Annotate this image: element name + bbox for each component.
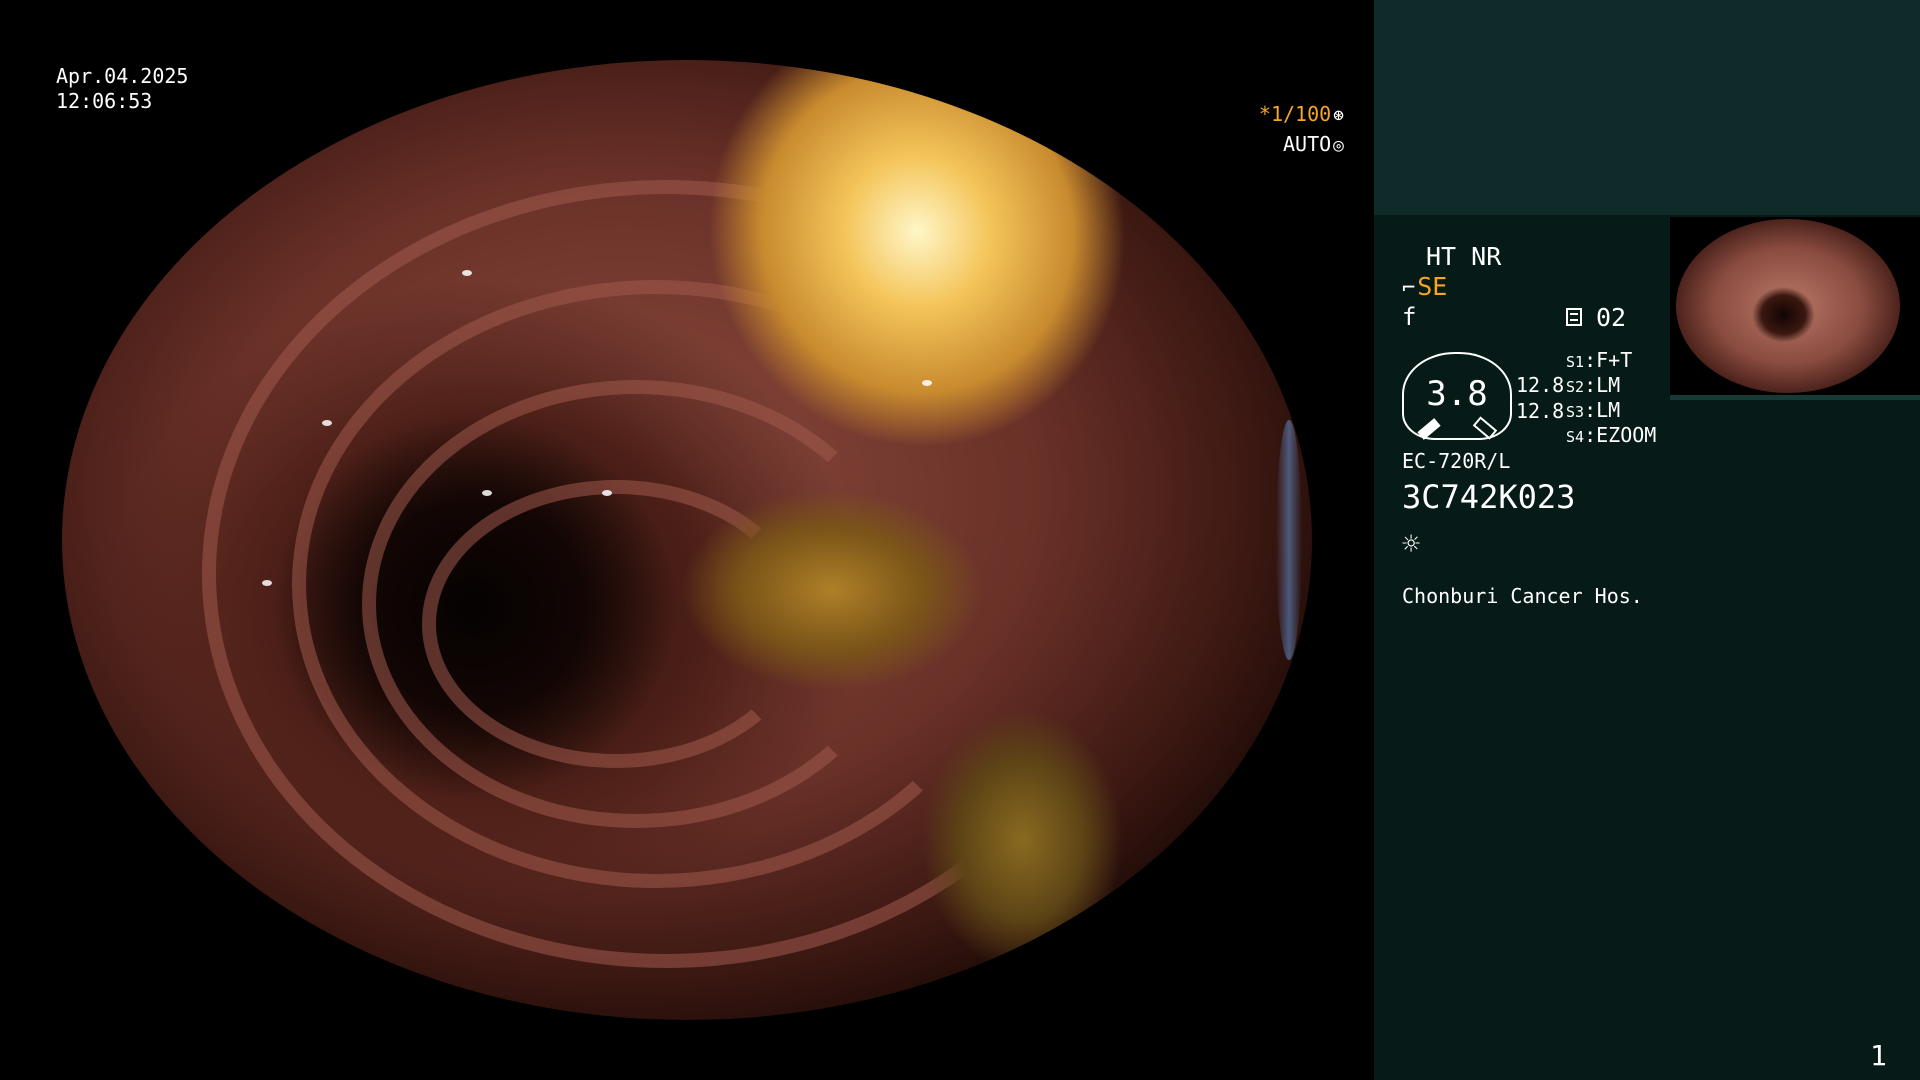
- f-label: f: [1402, 303, 1417, 331]
- switch-key: S4: [1566, 428, 1585, 446]
- aperture-icon: ⊛: [1333, 105, 1344, 126]
- memo-icon: [1566, 308, 1582, 326]
- switch-key: S2: [1566, 378, 1585, 396]
- info-panel: HT NR ⌐SE f 02 3.8 12.8 12.8 S1:F+T S2:L…: [1374, 0, 1920, 1080]
- light-reflection: [222, 170, 232, 176]
- scope-serial-number: 3C742K023: [1402, 478, 1576, 516]
- gauge-value: 3.8: [1426, 374, 1488, 414]
- info-top-band: [1374, 0, 1920, 215]
- gauge-right-marker: [1472, 416, 1498, 440]
- exposure-info: *1/100 ⊛ AUTO ◎: [1259, 100, 1344, 160]
- light-reflection: [262, 580, 272, 586]
- switch-value: F+T: [1596, 348, 1633, 372]
- page-number: 1: [1870, 1039, 1887, 1072]
- shutter-speed-row: *1/100 ⊛: [1259, 100, 1344, 130]
- se-label: SE: [1417, 272, 1448, 301]
- switch-row-2: S2:LM: [1566, 373, 1621, 397]
- switch-value: EZOOM: [1596, 423, 1657, 447]
- thumbnail-caption-bar: [1670, 395, 1920, 400]
- light-reflection: [602, 490, 612, 496]
- light-reflection: [922, 380, 932, 386]
- processing-mode: HT NR: [1426, 242, 1502, 271]
- switch-value: LM: [1596, 373, 1621, 397]
- iris-icon: ◎: [1333, 135, 1344, 156]
- stool-residue: [922, 710, 1122, 970]
- light-reflection: [462, 270, 472, 276]
- time-text: 12:06:53: [56, 89, 153, 113]
- gauge-left-marker: [1417, 418, 1441, 440]
- light-reflection: [322, 420, 332, 426]
- thumbnail-image: [1676, 219, 1900, 393]
- stool-residue: [682, 490, 982, 690]
- scope-rim-reflection: [1276, 420, 1302, 660]
- shutter-speed-text: *1/100: [1258, 102, 1332, 126]
- f-indicator: f: [1402, 303, 1416, 331]
- switch-key: S3: [1566, 403, 1585, 421]
- structure-enhancement: ⌐SE: [1402, 273, 1447, 303]
- switch-row-1: S1:F+T: [1566, 348, 1633, 372]
- gauge-display: 3.8: [1402, 352, 1512, 440]
- light-reflection: [362, 120, 372, 126]
- scope-tip-icon: ⌐: [1402, 276, 1416, 301]
- switch-value: LM: [1596, 398, 1621, 422]
- light-reflection: [482, 490, 492, 496]
- endoscopy-monitor-screen: Apr.04.2025 12:06:53 *1/100 ⊛ AUTO ◎ HT NR…: [0, 0, 1920, 1080]
- date-time-readout: Apr.04.2025 12:06:53: [56, 64, 188, 114]
- endoscopic-image: [62, 60, 1312, 1020]
- gauge-value-a: 12.8: [1516, 373, 1565, 397]
- date-text: Apr.04.2025: [56, 64, 189, 88]
- exposure-mode-row: AUTO ◎: [1259, 130, 1344, 160]
- endoscope-live-view: Apr.04.2025 12:06:53 *1/100 ⊛ AUTO ◎: [0, 0, 1374, 1080]
- gauge-value-b: 12.8: [1516, 399, 1565, 423]
- switch-key: S1: [1566, 353, 1585, 371]
- scope-model: EC-720R/L: [1402, 449, 1511, 473]
- hospital-name: Chonburi Cancer Hos.: [1402, 584, 1643, 608]
- switch-row-4: S4:EZOOM: [1566, 423, 1657, 447]
- sun-icon: ☼: [1402, 527, 1421, 562]
- exposure-mode-text: AUTO: [1282, 132, 1332, 156]
- captured-image-thumbnail[interactable]: [1670, 217, 1920, 400]
- switch-row-3: S3:LM: [1566, 398, 1621, 422]
- memo-number: 02: [1596, 303, 1627, 332]
